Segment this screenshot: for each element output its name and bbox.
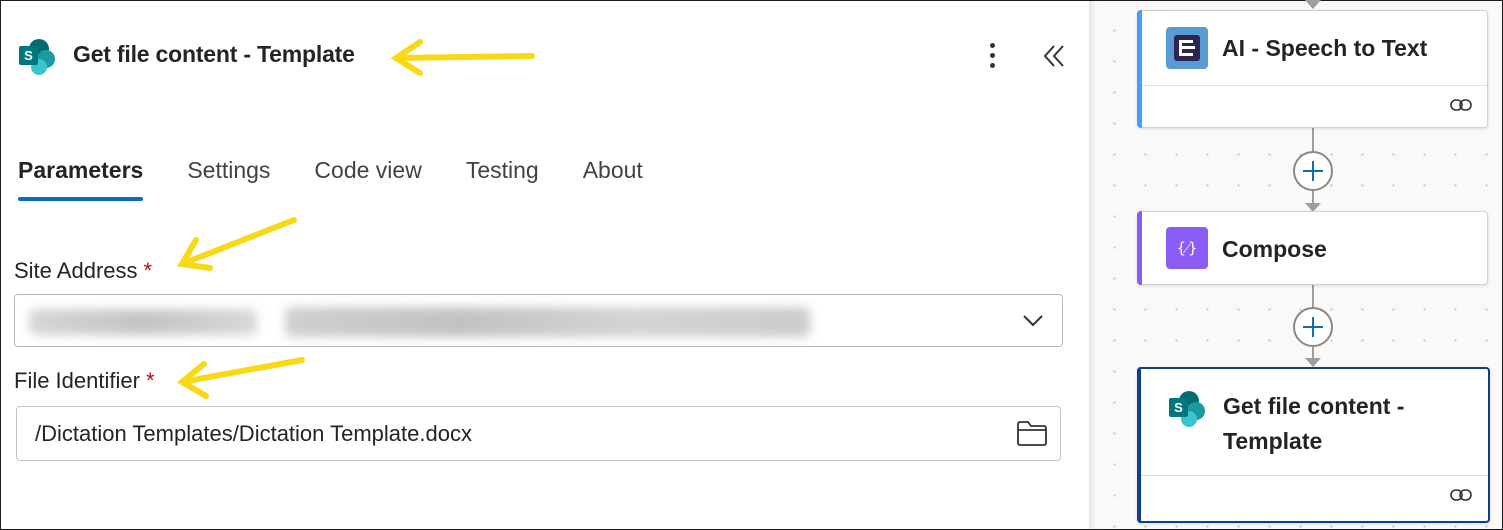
panel-title: Get file content - Template: [73, 41, 355, 67]
flow-card-compose[interactable]: {⁄} Compose: [1137, 211, 1488, 285]
redacted-value: [285, 307, 810, 337]
connector-line: [1312, 284, 1314, 308]
flow-card-ai-speech-to-text[interactable]: AI - Speech to Text: [1137, 10, 1488, 128]
double-chevron-left-icon[interactable]: [1041, 41, 1069, 71]
tab-code-view[interactable]: Code view: [314, 157, 421, 196]
tab-about[interactable]: About: [583, 157, 643, 196]
more-vertical-icon: [989, 42, 995, 48]
svg-text:S: S: [1174, 400, 1183, 415]
redacted-value: [29, 309, 257, 335]
link-icon[interactable]: [1449, 97, 1473, 113]
card-title-line1: Get file content -: [1223, 393, 1405, 419]
tab-parameters[interactable]: Parameters: [18, 157, 144, 201]
file-identifier-input[interactable]: /Dictation Templates/Dictation Template.…: [16, 406, 1061, 461]
compose-icon: {⁄}: [1166, 227, 1208, 269]
action-details-panel: S Get file content - Template Parameters…: [1, 1, 1089, 529]
connector-line: [1312, 127, 1314, 153]
ai-builder-icon: [1166, 27, 1208, 69]
flow-card-get-file-content[interactable]: S Get file content - Template: [1137, 367, 1490, 523]
plus-icon[interactable]: [1293, 151, 1333, 191]
card-title: Compose: [1222, 236, 1327, 262]
arrow-down-icon: [1305, 358, 1321, 367]
site-address-dropdown[interactable]: [14, 294, 1063, 347]
arrow-down-icon: [1305, 0, 1321, 9]
required-marker: *: [143, 258, 153, 283]
file-identifier-value: /Dictation Templates/Dictation Template.…: [35, 421, 472, 446]
link-icon[interactable]: [1449, 487, 1473, 503]
svg-text:S: S: [24, 48, 33, 63]
panel-shadow: [1089, 1, 1097, 529]
card-title: AI - Speech to Text: [1222, 35, 1428, 61]
required-marker: *: [145, 368, 155, 393]
sharepoint-icon: S: [1169, 391, 1205, 427]
sharepoint-icon: S: [19, 39, 55, 75]
tab-settings[interactable]: Settings: [187, 157, 270, 196]
site-address-label: Site Address *: [14, 258, 153, 283]
plus-icon[interactable]: [1293, 307, 1333, 347]
more-options-button[interactable]: [977, 37, 1007, 73]
card-title-line2: Template: [1223, 428, 1323, 454]
file-identifier-label: File Identifier *: [14, 368, 155, 393]
chevron-down-icon: [1023, 315, 1043, 327]
folder-icon[interactable]: [1016, 419, 1048, 447]
tab-testing[interactable]: Testing: [466, 157, 539, 196]
tab-bar: Parameters Settings Code view Testing Ab…: [18, 157, 687, 201]
